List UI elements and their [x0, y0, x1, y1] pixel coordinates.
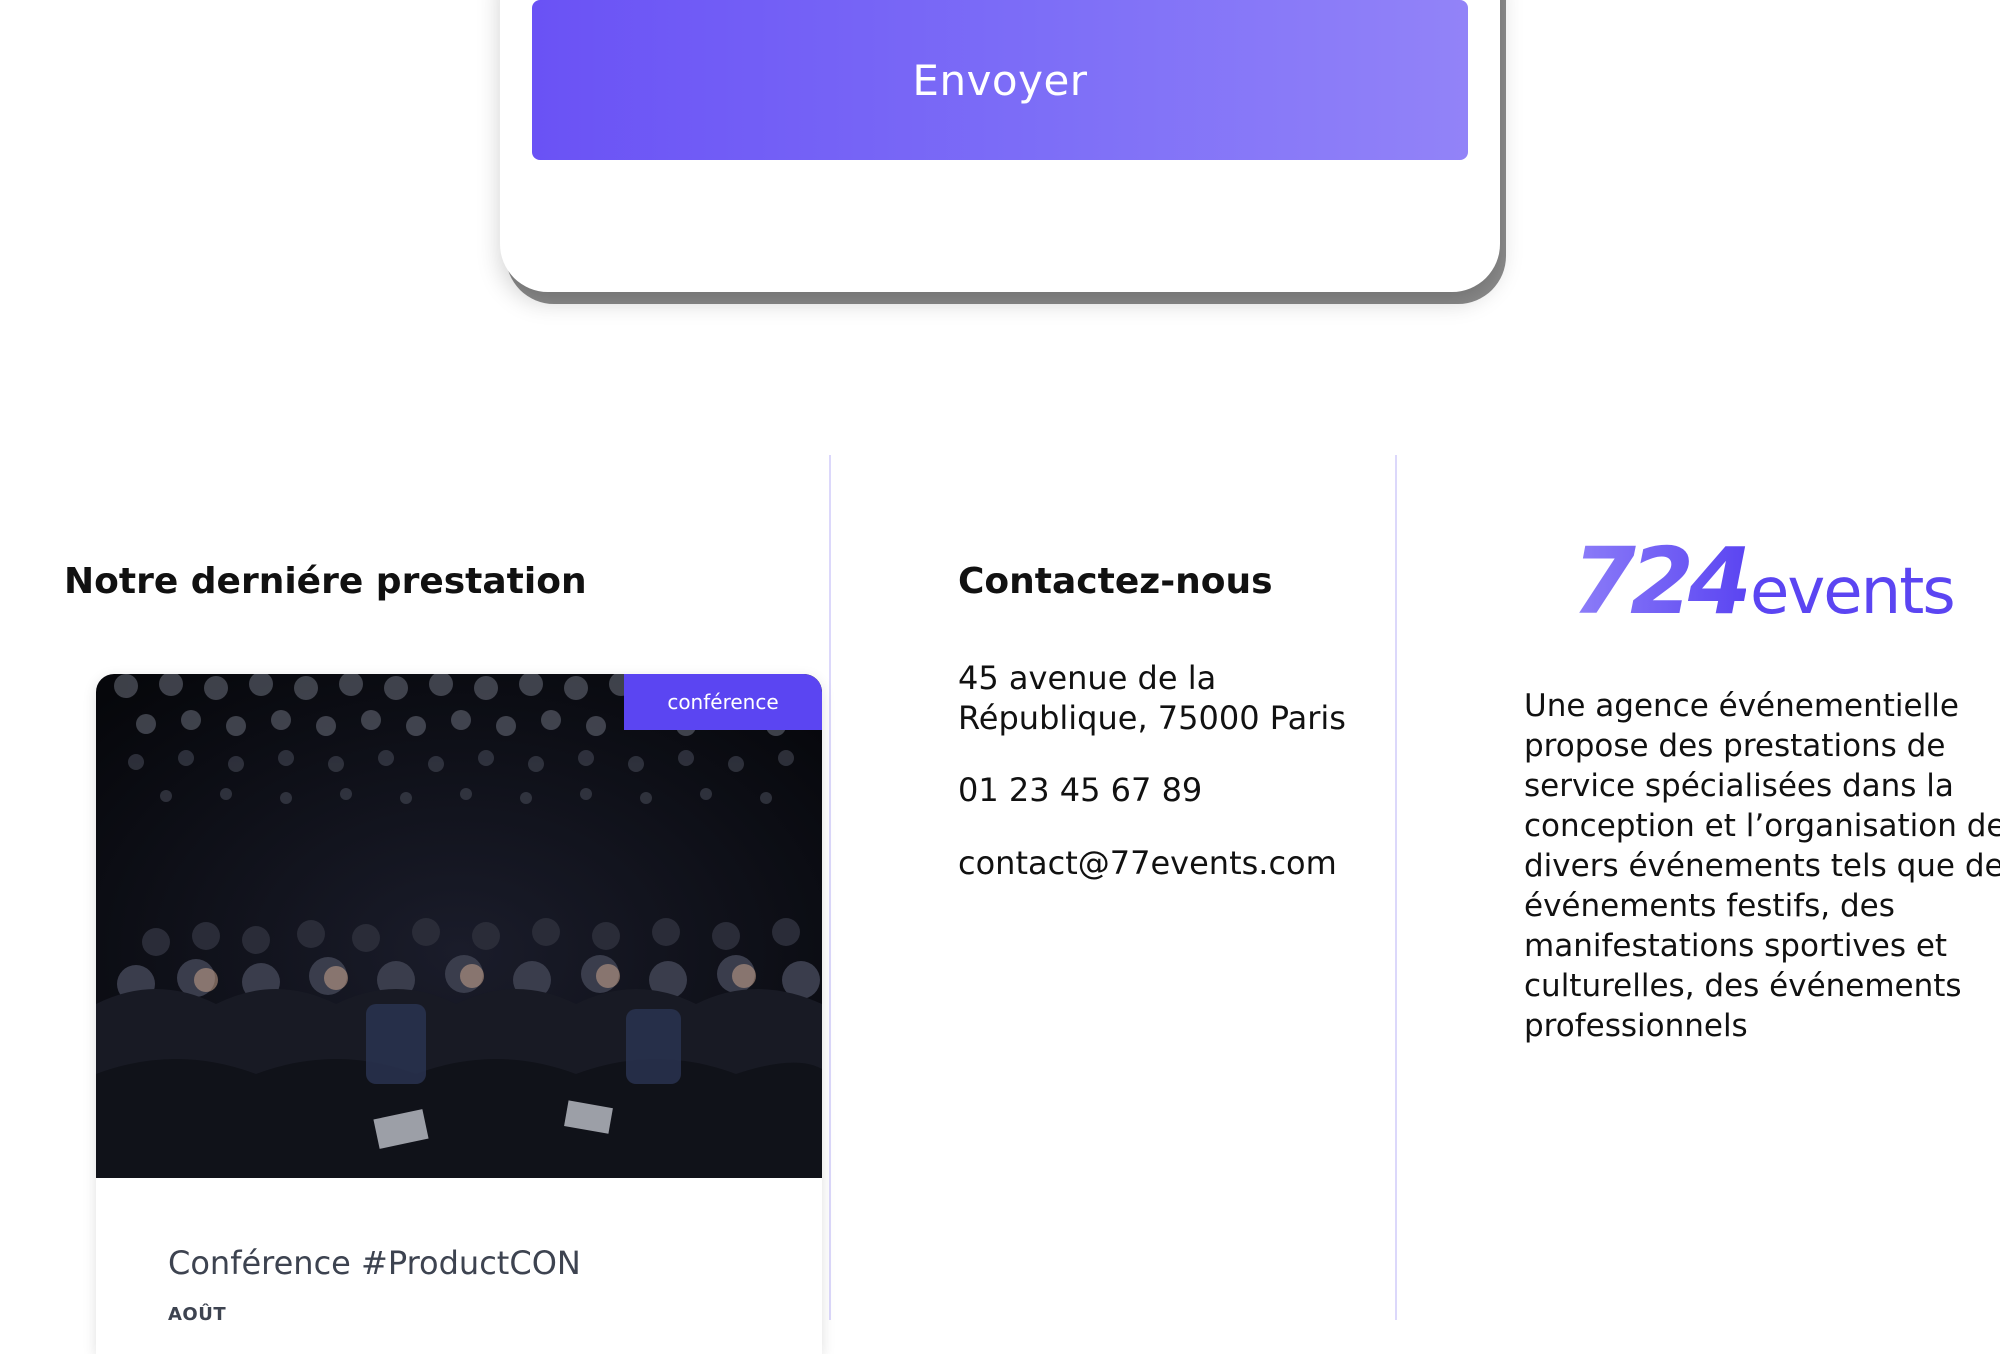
phone-number[interactable]: 01 23 45 67 89 — [958, 770, 1202, 810]
conference-audience-photo — [96, 674, 822, 1178]
address-line-1: 45 avenue de la — [958, 659, 1217, 697]
address-line-2: République, 75000 Paris — [958, 699, 1346, 737]
prestation-month: AOÛT — [168, 1304, 227, 1325]
email-link[interactable]: contact@77events.com — [958, 843, 1337, 883]
contact-heading: Contactez-nous — [958, 561, 1273, 602]
prestation-card[interactable]: conférence Conférence #ProductCON AOÛT — [96, 674, 822, 1354]
prestation-name[interactable]: Conférence #ProductCON — [168, 1244, 581, 1282]
submit-button[interactable]: Envoyer — [532, 0, 1468, 160]
logo-word: events — [1750, 555, 1956, 629]
contact-form-card: Envoyer — [500, 0, 1500, 292]
column-divider-right — [1395, 455, 1397, 1320]
brand-logo[interactable]: 724events — [1572, 528, 1956, 635]
column-divider-left — [829, 455, 831, 1320]
agency-description: Une agence événementielle propose des pr… — [1524, 688, 2000, 1044]
category-tag[interactable]: conférence — [624, 674, 822, 730]
logo-digits: 724 — [1572, 528, 1752, 635]
latest-prestation-heading: Notre derniére prestation — [64, 561, 587, 602]
